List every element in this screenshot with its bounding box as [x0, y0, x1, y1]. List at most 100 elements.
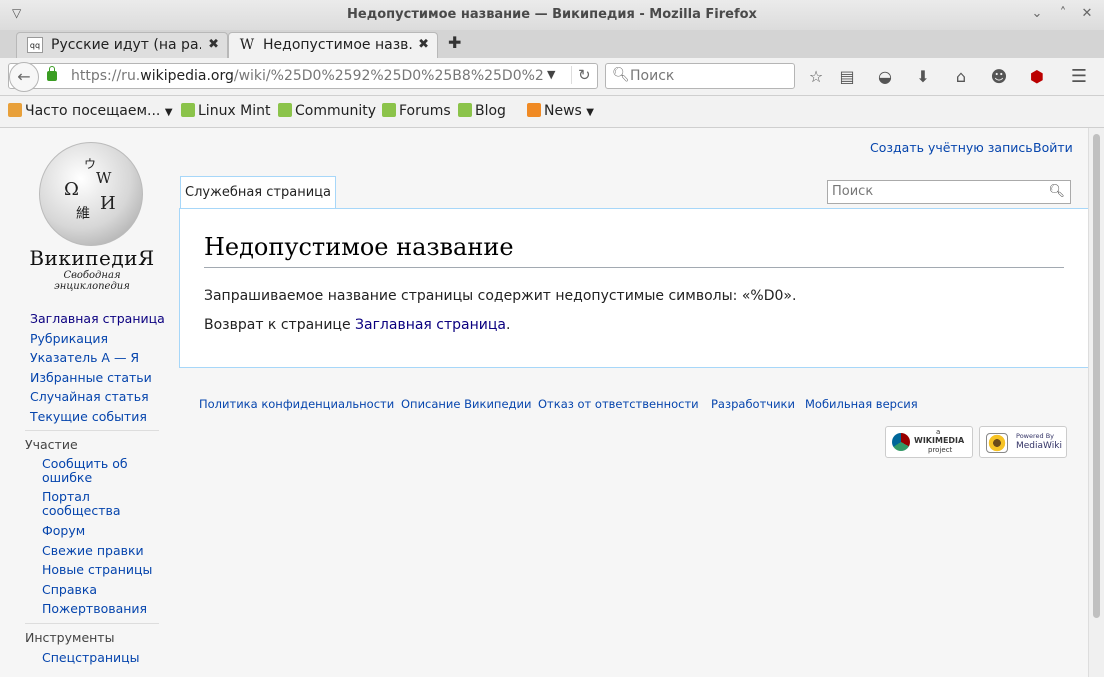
sidebar-item-community-portal[interactable]: Портал сообщества [42, 490, 142, 518]
search-icon: 🔍︎ [612, 67, 630, 83]
mediawiki-sunflower-icon [986, 433, 1008, 453]
url-text[interactable]: https://ru.wikipedia.org/wiki/%25D0%2592… [71, 68, 543, 84]
sidebar-item-main-page[interactable]: Заглавная страница [30, 311, 165, 326]
bookmark-most-visited[interactable]: Часто посещаем... ▼ [8, 103, 173, 119]
sidebar-item-donations[interactable]: Пожертвования [42, 601, 147, 616]
navigation-toolbar: ← https://ru.wikipedia.org/wiki/%25D0%25… [0, 58, 1104, 96]
mint-icon [181, 103, 195, 117]
tab-label: Недопустимое назв... [263, 37, 413, 53]
reload-icon[interactable]: ↻ [571, 66, 591, 84]
search-placeholder: Поиск [630, 68, 675, 84]
mint-icon [278, 103, 292, 117]
close-icon[interactable]: ✕ [1078, 5, 1096, 23]
badge-wikimedia-name: WIKIMEDIA [914, 436, 965, 445]
bookmark-label: Forums [399, 103, 451, 119]
sidebar-item-featured[interactable]: Избранные статьи [30, 370, 152, 385]
powered-by-mediawiki-badge[interactable]: Powered By MediaWiki [979, 426, 1067, 458]
wikipedia-logo[interactable]: Ω W И 維 ウ ВикипедиЯ Свободная энциклопед… [24, 142, 164, 292]
reading-list-icon[interactable]: ▤ [836, 66, 858, 88]
error-message: Запрашиваемое название страницы содержит… [204, 288, 797, 304]
footer-privacy-link[interactable]: Политика конфиденциальности [199, 397, 394, 411]
return-main-page-link[interactable]: Заглавная страница [355, 317, 506, 333]
chat-smiley-icon[interactable]: ☻ [988, 66, 1010, 88]
footer-mobile-link[interactable]: Мобильная версия [805, 397, 918, 411]
bookmark-label: Community [295, 103, 377, 119]
mint-icon [382, 103, 396, 117]
bookmark-label: Часто посещаем... [25, 103, 161, 119]
bookmark-blog[interactable]: Blog [458, 103, 506, 119]
login-link[interactable]: Войти [1033, 140, 1073, 155]
wiki-search-input[interactable]: Поиск 🔍︎ [827, 180, 1071, 204]
footer-about-link[interactable]: Описание Википедии [401, 397, 531, 411]
minimize-icon[interactable]: ⌄ [1028, 5, 1046, 23]
bookmark-linux-mint[interactable]: Linux Mint [181, 103, 271, 119]
hamburger-menu-icon[interactable]: ☰ [1068, 66, 1090, 88]
download-icon[interactable]: ⬇ [912, 66, 934, 88]
vertical-scrollbar[interactable] [1088, 128, 1104, 677]
sidebar-item-forum[interactable]: Форум [42, 523, 85, 538]
back-arrow-icon[interactable]: ← [9, 62, 39, 92]
badge-wikimedia-a: a [936, 428, 941, 436]
sidebar-divider [25, 623, 159, 624]
url-path: /wiki/%25D0%2592%25D0%25B8%25D0%25BA% [233, 68, 543, 84]
sidebar-item-index[interactable]: Указатель А — Я [30, 350, 139, 365]
url-bar[interactable]: ← https://ru.wikipedia.org/wiki/%25D0%25… [8, 62, 598, 92]
tab-close-icon[interactable]: ✖ [418, 37, 429, 52]
badge-powered-by: Powered By [1016, 432, 1055, 440]
bookmark-label: News [544, 103, 582, 119]
sidebar-item-categories[interactable]: Рубрикация [30, 331, 108, 346]
page-title: Недопустимое название [204, 233, 1064, 268]
badge-mediawiki-name: MediaWiki [1016, 441, 1062, 451]
pocket-icon[interactable]: ◒ [874, 66, 896, 88]
tab-special-page[interactable]: Служебная страница [180, 176, 336, 209]
tab-wikipedia[interactable]: W Недопустимое назв... ✖ [228, 32, 438, 58]
search-icon[interactable]: 🔍︎ [1048, 184, 1065, 199]
bookmark-star-icon[interactable]: ☆ [805, 66, 827, 88]
search-bar[interactable]: 🔍︎ Поиск [605, 63, 795, 89]
sidebar-item-current-events[interactable]: Текущие события [30, 409, 147, 424]
bookmark-forums[interactable]: Forums [382, 103, 451, 119]
wiki-search-placeholder: Поиск [832, 184, 874, 199]
tab-label: Русские идут (на ра... [51, 37, 201, 53]
home-icon[interactable]: ⌂ [950, 66, 972, 88]
sidebar-item-report-error[interactable]: Сообщить об ошибке [42, 457, 142, 485]
footer-developers-link[interactable]: Разработчики [711, 397, 795, 411]
scrollbar-thumb[interactable] [1093, 134, 1100, 618]
wikipedia-globe-icon: Ω W И 維 ウ [39, 142, 143, 246]
ublock-icon[interactable]: ⬢ [1026, 66, 1048, 88]
bookmark-label: Blog [475, 103, 506, 119]
folder-icon [8, 103, 22, 117]
dropdown-icon: ▼ [164, 107, 173, 118]
sidebar-item-recent-changes[interactable]: Свежие правки [42, 543, 144, 558]
wikimedia-project-badge[interactable]: a WIKIMEDIA project [885, 426, 973, 458]
url-prefix: https://ru. [71, 68, 141, 84]
bookmark-community[interactable]: Community [278, 103, 376, 119]
sidebar-item-special-pages[interactable]: Спецстраницы [42, 650, 140, 665]
bookmarks-toolbar: Часто посещаем... ▼ Linux Mint Community… [0, 96, 1104, 128]
qqcom-favicon-icon: qq [27, 37, 43, 53]
mint-icon [458, 103, 472, 117]
return-suffix: . [506, 317, 511, 333]
create-account-link[interactable]: Создать учётную запись [870, 140, 1033, 155]
sidebar-item-random[interactable]: Случайная статья [30, 389, 149, 404]
rss-icon [527, 103, 541, 117]
bookmark-news[interactable]: News ▼ [527, 103, 594, 119]
sidebar-heading-participation[interactable]: Участие [25, 437, 78, 452]
tagline: Свободная энциклопедия [54, 270, 130, 292]
sidebar-item-new-pages[interactable]: Новые страницы [42, 562, 152, 577]
tab-close-icon[interactable]: ✖ [208, 37, 219, 52]
wordmark: ВикипедиЯ [29, 246, 155, 270]
sidebar-heading-tools[interactable]: Инструменты [25, 630, 114, 645]
url-dropdown-icon[interactable]: ▼ [547, 68, 555, 81]
page-content: Ω W И 維 ウ ВикипедиЯ Свободная энциклопед… [0, 128, 1088, 677]
new-tab-icon[interactable]: ✚ [448, 33, 461, 52]
wikimedia-logo-icon [892, 433, 910, 451]
article-body: Недопустимое название Запрашиваемое назв… [179, 208, 1088, 368]
footer-disclaimer-link[interactable]: Отказ от ответственности [538, 397, 699, 411]
tab-strip: qq Русские идут (на ра... ✖ W Недопустим… [0, 30, 1104, 58]
dropdown-icon: ▼ [586, 107, 594, 118]
sidebar-item-help[interactable]: Справка [42, 582, 97, 597]
tab-russkie-idut[interactable]: qq Русские идут (на ра... ✖ [16, 32, 228, 58]
lock-icon[interactable] [47, 66, 57, 81]
maximize-icon[interactable]: ˄ [1054, 5, 1072, 23]
